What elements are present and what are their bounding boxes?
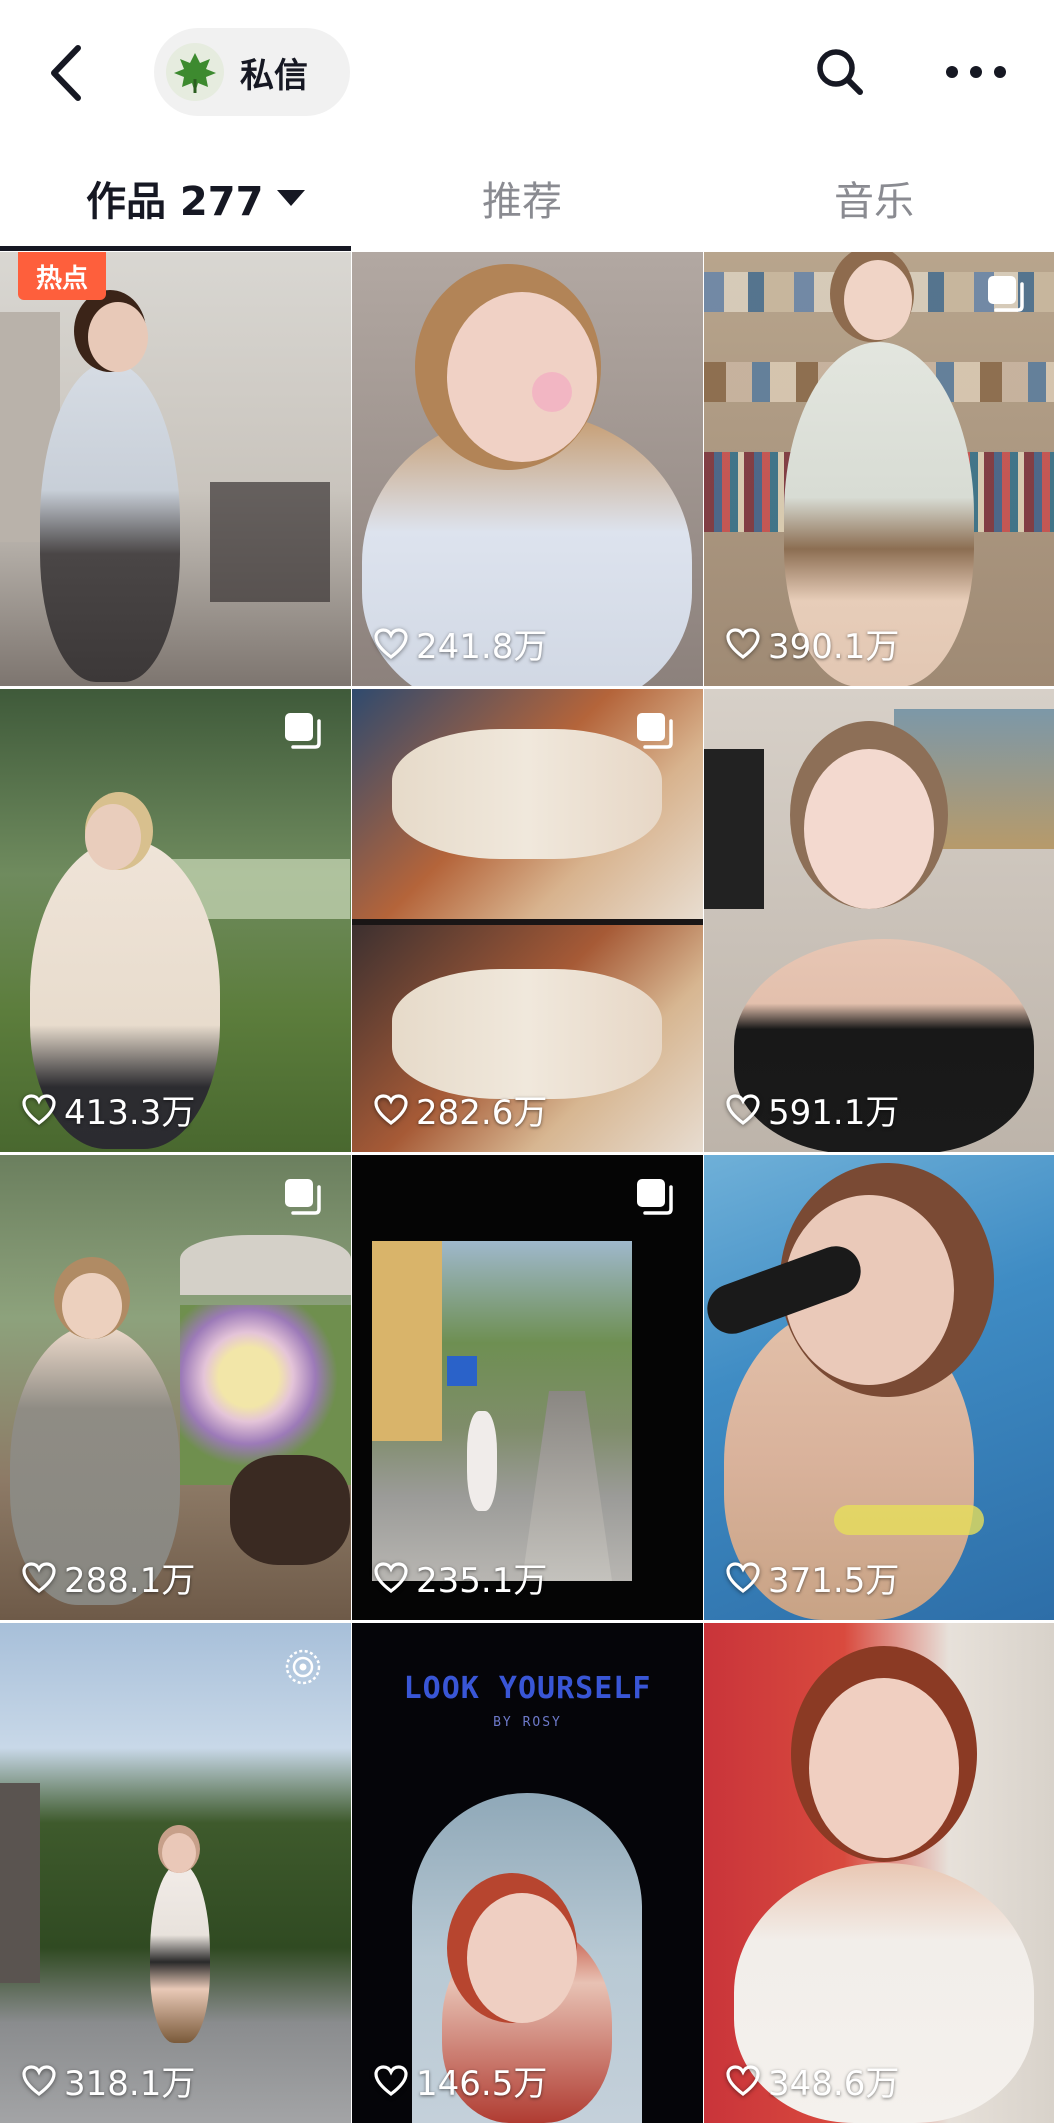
like-count: 146.5万 — [374, 2056, 547, 2105]
thumbnail-image — [352, 689, 703, 1152]
multi-image-icon — [637, 713, 673, 749]
profile-tabs: 作品 277 推荐 音乐 — [0, 150, 1054, 251]
like-count: 318.1万 — [22, 2056, 195, 2105]
video-thumbnail-7[interactable]: 288.1万 — [0, 1155, 351, 1620]
search-button[interactable] — [812, 44, 868, 100]
video-overlay-subtitle: BY ROSY — [493, 1715, 562, 1730]
thumbnail-image — [704, 689, 1054, 1152]
heart-icon — [22, 1093, 56, 1125]
multi-image-icon — [285, 1179, 321, 1215]
like-count: 288.1万 — [22, 1553, 195, 1602]
thumbnail-image — [0, 252, 351, 686]
tab-works[interactable]: 作品 277 — [86, 168, 306, 228]
tab-music-label: 音乐 — [834, 179, 914, 225]
top-bar: 私信 — [0, 0, 1054, 145]
thumbnail-image — [0, 1155, 351, 1620]
like-count: 413.3万 — [22, 1085, 195, 1134]
active-tab-indicator — [0, 246, 351, 251]
heart-icon — [22, 2064, 56, 2096]
direct-message-button[interactable]: 私信 — [154, 28, 350, 116]
multi-image-icon — [637, 1179, 673, 1215]
video-thumbnail-2[interactable]: 241.8万 — [352, 252, 703, 686]
thumbnail-image — [0, 689, 351, 1152]
video-thumbnail-3[interactable]: 390.1万 — [704, 252, 1054, 686]
video-grid: 热点 241.8万 390.1万 413.3万 282.6万 591.1万 28… — [0, 252, 1054, 2123]
video-thumbnail-6[interactable]: 591.1万 — [704, 689, 1054, 1152]
video-thumbnail-1[interactable]: 热点 — [0, 252, 351, 686]
video-thumbnail-5[interactable]: 282.6万 — [352, 689, 703, 1152]
tab-recommended-label: 推荐 — [482, 179, 562, 225]
hot-badge: 热点 — [18, 252, 106, 300]
heart-icon — [374, 627, 408, 659]
like-count: 235.1万 — [374, 1553, 547, 1602]
video-overlay-title: LOOK YOURSELF — [403, 1671, 652, 1706]
dm-label: 私信 — [240, 55, 308, 96]
thumbnail-image — [0, 1623, 351, 2123]
heart-icon — [726, 1561, 760, 1593]
tab-recommended[interactable]: 推荐 — [482, 168, 562, 228]
like-count: 348.6万 — [726, 2056, 899, 2105]
like-count: 390.1万 — [726, 619, 899, 668]
thumbnail-image — [704, 1623, 1054, 2123]
video-thumbnail-4[interactable]: 413.3万 — [0, 689, 351, 1152]
caret-down-icon — [277, 190, 306, 206]
like-count: 591.1万 — [726, 1085, 899, 1134]
heart-icon — [726, 627, 760, 659]
heart-icon — [726, 1093, 760, 1125]
like-count: 241.8万 — [374, 619, 547, 668]
thumbnail-image — [704, 1155, 1054, 1620]
video-thumbnail-11[interactable]: LOOK YOURSELF BY ROSY 146.5万 — [352, 1623, 703, 2123]
avatar — [166, 43, 224, 101]
multi-image-icon — [988, 276, 1024, 312]
live-icon — [285, 1649, 321, 1685]
heart-icon — [374, 1093, 408, 1125]
more-button[interactable] — [944, 56, 1008, 88]
heart-icon — [374, 1561, 408, 1593]
leaf-avatar-icon — [174, 53, 216, 93]
like-count: 282.6万 — [374, 1085, 547, 1134]
video-thumbnail-10[interactable]: 318.1万 — [0, 1623, 351, 2123]
more-icon — [946, 66, 1006, 78]
search-icon — [817, 49, 863, 95]
tab-music[interactable]: 音乐 — [834, 168, 914, 228]
video-thumbnail-8[interactable]: 235.1万 — [352, 1155, 703, 1620]
heart-icon — [726, 2064, 760, 2096]
video-thumbnail-12[interactable]: 348.6万 — [704, 1623, 1054, 2123]
multi-image-icon — [285, 713, 321, 749]
like-count: 371.5万 — [726, 1553, 899, 1602]
thumbnail-image — [352, 1155, 703, 1620]
heart-icon — [374, 2064, 408, 2096]
heart-icon — [22, 1561, 56, 1593]
tab-works-label: 作品 277 — [86, 179, 264, 225]
back-button[interactable] — [40, 38, 100, 108]
chevron-left-icon — [51, 45, 81, 101]
video-thumbnail-9[interactable]: 371.5万 — [704, 1155, 1054, 1620]
